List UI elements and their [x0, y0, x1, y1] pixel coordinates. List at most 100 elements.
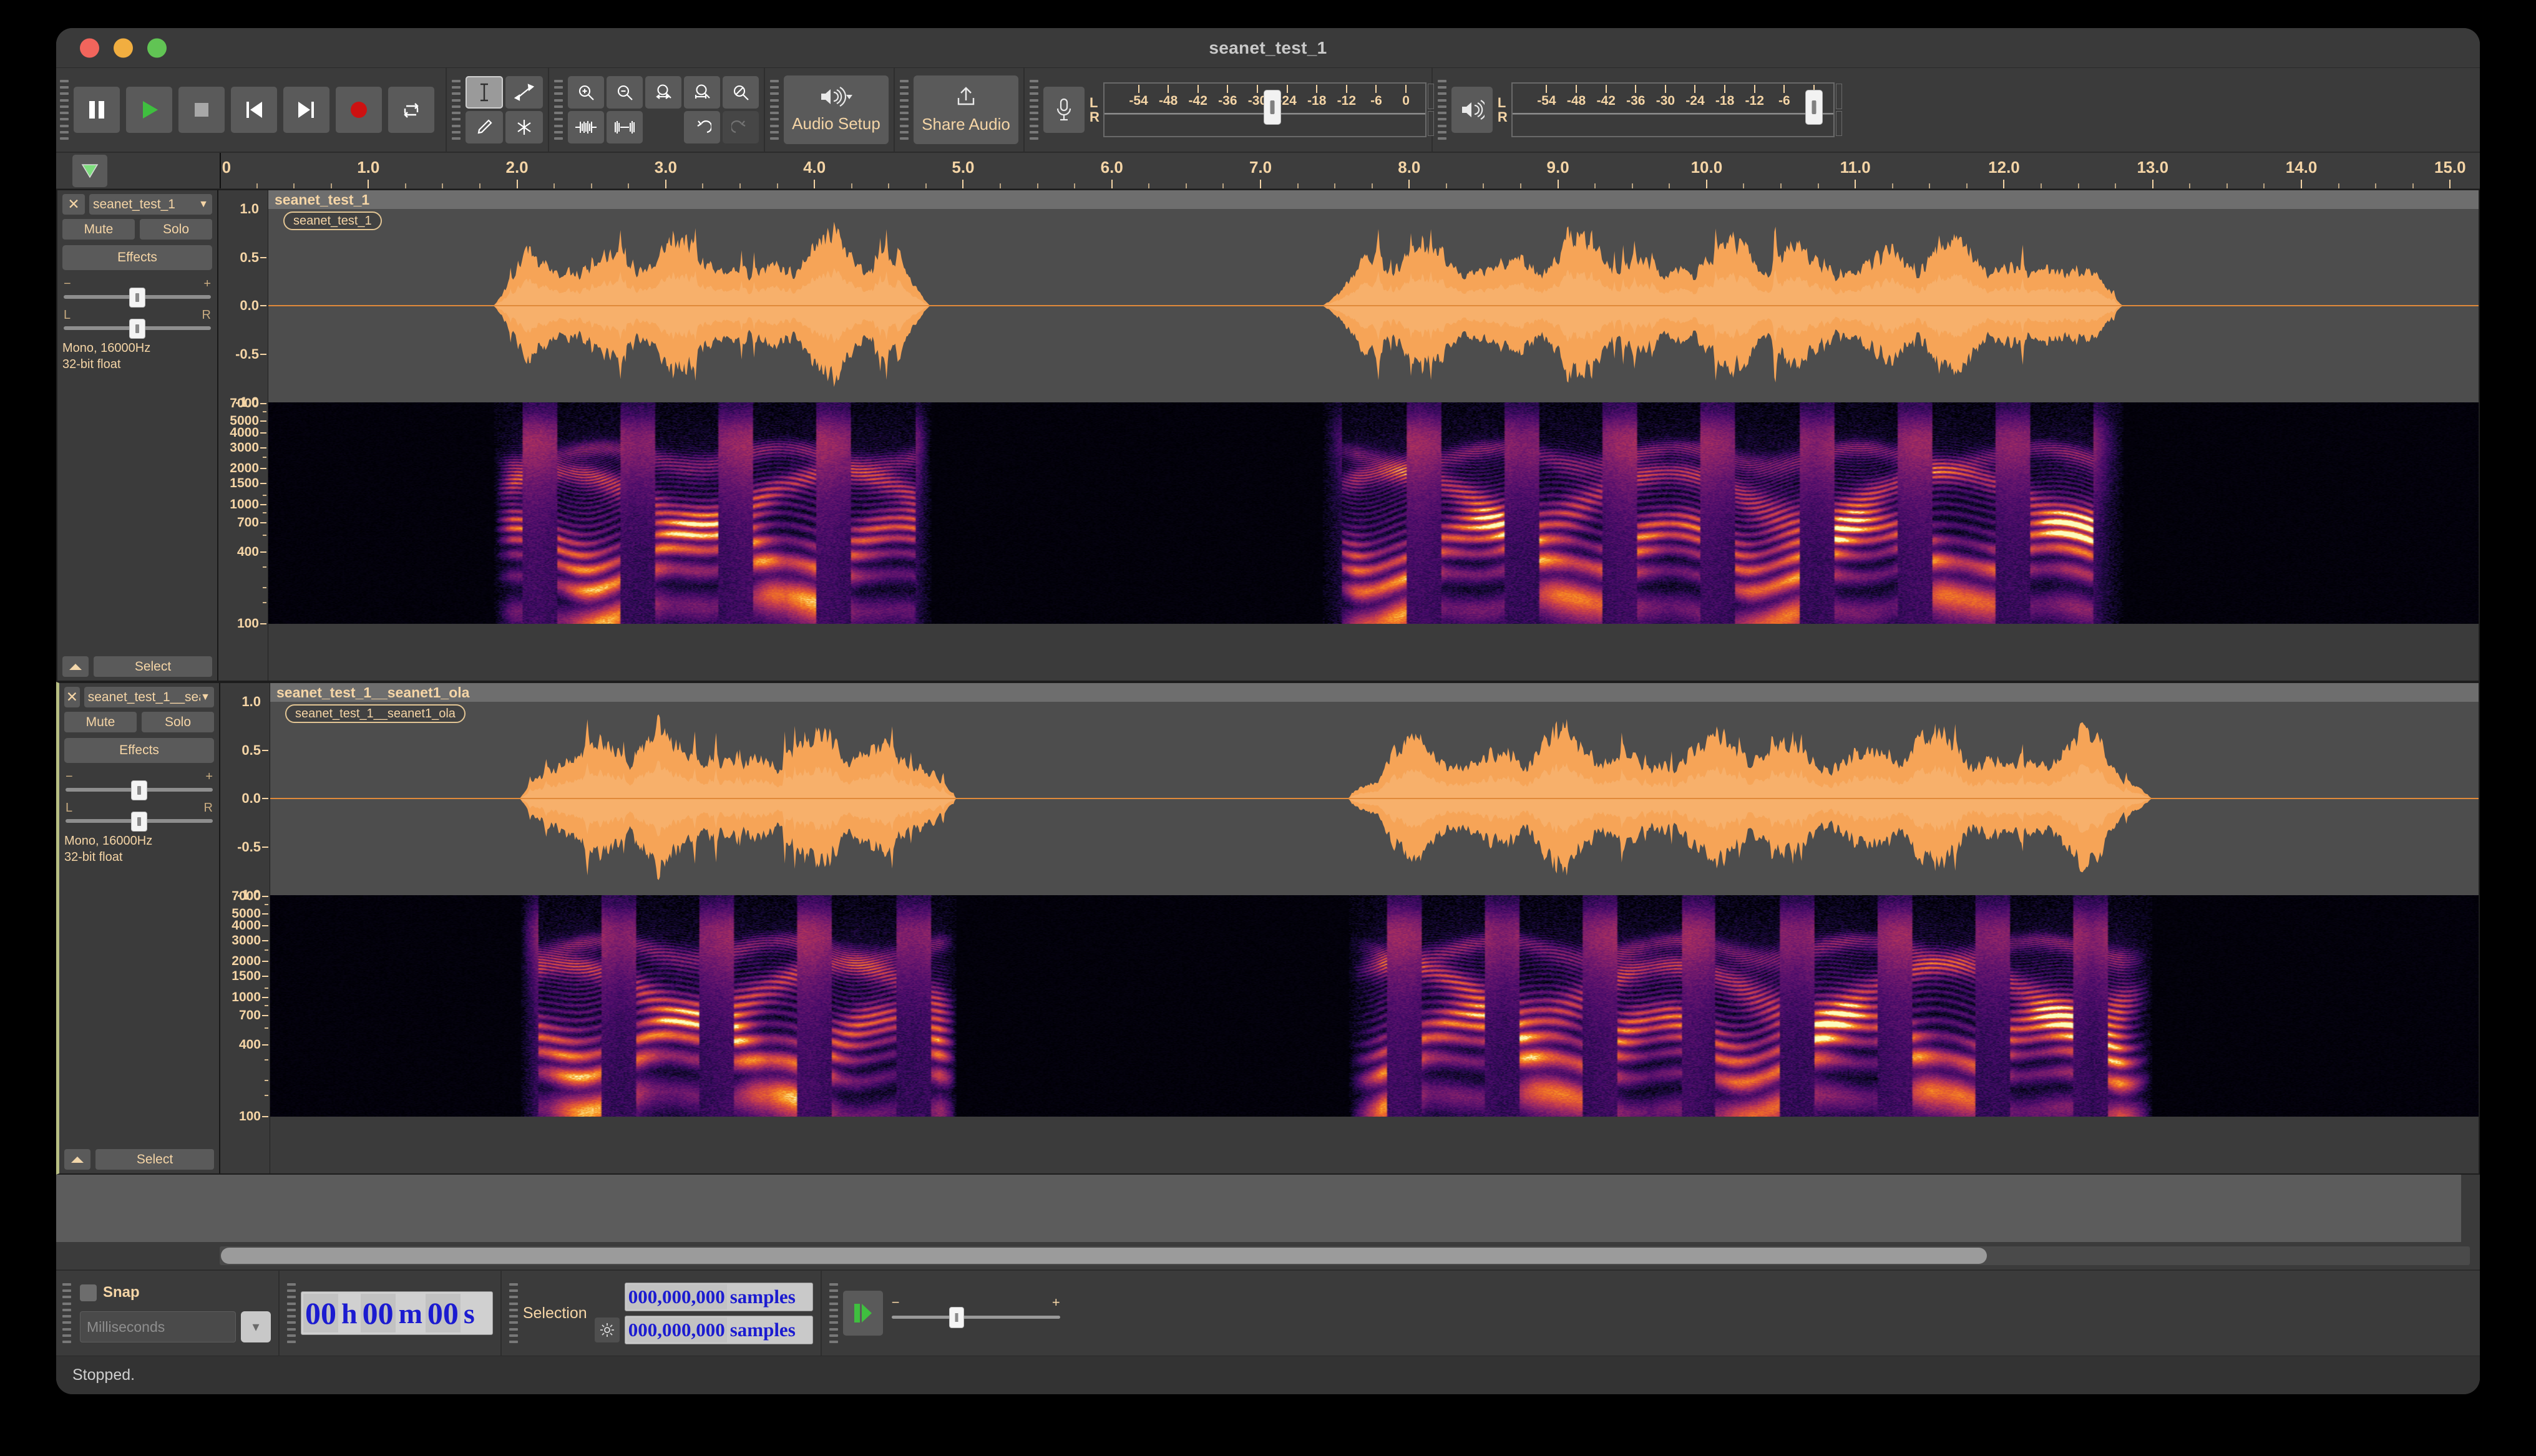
audio-position-display[interactable]: 00 h 00 m 00 s — [301, 1291, 493, 1335]
audio-position-seconds[interactable]: 00 — [425, 1294, 461, 1332]
record-button[interactable] — [336, 87, 382, 133]
solo-button[interactable]: Solo — [142, 712, 214, 732]
track-content[interactable]: seanet_test_1 seanet_test_1 — [268, 190, 2479, 681]
meter-tick — [1664, 85, 1666, 93]
spectrogram-view[interactable] — [270, 895, 2479, 1117]
draw-tool-button[interactable] — [466, 111, 503, 143]
gear-icon[interactable] — [594, 1317, 620, 1342]
fit-selection-button[interactable] — [645, 76, 681, 109]
share-audio-grip[interactable] — [900, 76, 909, 143]
audio-setup-button[interactable]: Audio Setup — [784, 75, 889, 144]
horizontal-scrollbar[interactable] — [220, 1246, 2470, 1265]
multi-tool-button[interactable] — [505, 111, 543, 143]
toolbar-separator — [820, 1271, 822, 1356]
collapse-track-button[interactable] — [62, 656, 89, 677]
gain-slider[interactable]: − + — [62, 278, 212, 308]
play-button[interactable] — [126, 87, 172, 133]
selection-toolbar-grip[interactable] — [509, 1279, 518, 1347]
gain-slider-knob[interactable] — [131, 780, 147, 800]
gain-slider-knob[interactable] — [129, 288, 145, 308]
select-track-button[interactable]: Select — [95, 1149, 214, 1170]
effects-button[interactable]: Effects — [62, 245, 212, 270]
track-name-dropdown[interactable]: seanet_test_1__seanet1_ola▼ — [84, 687, 214, 707]
skip-to-end-button[interactable] — [283, 87, 329, 133]
pan-slider[interactable]: LR — [64, 802, 214, 832]
clip-name-pill[interactable]: seanet_test_1__seanet1_ola — [285, 704, 466, 723]
audio-track[interactable]: ✕seanet_test_1__seanet1_ola▼ MuteSolo Effe… — [56, 682, 2480, 1175]
pan-slider-knob[interactable] — [129, 319, 145, 339]
stop-button[interactable] — [178, 87, 225, 133]
selection-end-value[interactable]: 000,000,000 — [626, 1317, 727, 1342]
spectrogram-view[interactable] — [268, 402, 2479, 624]
recording-meter-bars[interactable]: -54 -48 -42 -36 -30 -24 -18 -12 -6 0 — [1103, 82, 1434, 137]
selection-start-field[interactable]: 000,000,000 samples — [624, 1282, 813, 1311]
playback-meter-bars[interactable]: -54-48-42-36-30-24-18-12-60 — [1511, 82, 1842, 137]
redo-button[interactable] — [723, 111, 759, 143]
selection-tool-button[interactable] — [466, 76, 503, 109]
clip-title-bar[interactable]: seanet_test_1__seanet1_ola — [270, 683, 2479, 702]
play-speed-knob[interactable] — [949, 1307, 964, 1328]
track-content[interactable]: seanet_test_1__seanet1_ola seanet_test_1_… — [270, 683, 2479, 1173]
close-track-button[interactable]: ✕ — [62, 194, 85, 215]
clip-title-bar[interactable]: seanet_test_1 — [268, 190, 2479, 209]
play-speed-slider[interactable]: − + — [891, 1294, 1060, 1332]
horizontal-scrollbar-thumb[interactable] — [221, 1248, 1987, 1264]
timeline-minor-tick — [1743, 183, 1745, 188]
zoom-toggle-button[interactable] — [723, 76, 759, 109]
waveform-view[interactable] — [270, 702, 2479, 895]
recording-meter-grip[interactable] — [1030, 76, 1038, 143]
pinned-play-head-icon[interactable] — [72, 154, 107, 187]
timeline-ruler[interactable]: 0.0 1.0 2.0 3.0 4.0 5.0 6.0 7.0 8.0 9.0 10.0 11.0 12… — [220, 153, 2480, 188]
silence-audio-button[interactable] — [607, 111, 643, 143]
recording-volume-slider[interactable] — [1263, 90, 1281, 125]
zoom-out-button[interactable] — [607, 76, 643, 109]
mute-button[interactable]: Mute — [62, 219, 135, 240]
tools-toolbar-grip[interactable] — [452, 76, 461, 143]
effects-button[interactable]: Effects — [64, 738, 214, 763]
audio-track[interactable]: ✕ seanet_test_1 ▼ Mute Solo Effects − + L R Mono, … — [56, 189, 2480, 682]
selection-start-value[interactable]: 000,000,000 — [626, 1284, 727, 1309]
transport-toolbar-grip[interactable] — [60, 76, 69, 143]
audio-setup-grip[interactable] — [770, 76, 779, 143]
zoom-in-button[interactable] — [568, 76, 604, 109]
playback-meter-grip[interactable] — [1437, 76, 1446, 143]
pan-slider[interactable]: LR — [62, 309, 212, 339]
envelope-tool-button[interactable] — [505, 76, 543, 109]
microphone-icon[interactable] — [1043, 87, 1085, 133]
pan-slider-knob[interactable] — [131, 812, 147, 832]
trim-audio-button[interactable] — [568, 111, 604, 143]
playback-volume-slider[interactable] — [1805, 90, 1823, 125]
mute-button[interactable]: Mute — [64, 712, 137, 732]
track-name-dropdown[interactable]: seanet_test_1 ▼ — [89, 194, 212, 215]
snapping-toolbar-grip[interactable] — [62, 1279, 71, 1347]
collapse-track-button[interactable] — [64, 1149, 90, 1170]
edit-toolbar-spacer — [645, 111, 681, 143]
skip-to-start-button[interactable] — [231, 87, 277, 133]
snap-unit-dropdown-icon[interactable]: ▾ — [241, 1311, 271, 1342]
selection-end-field[interactable]: 000,000,000 samples — [624, 1315, 813, 1344]
snap-checkbox[interactable] — [80, 1284, 97, 1301]
play-at-speed-grip[interactable] — [829, 1279, 838, 1347]
solo-button[interactable]: Solo — [140, 219, 212, 240]
share-audio-button[interactable]: Share Audio — [914, 75, 1018, 144]
undo-button[interactable] — [684, 111, 720, 143]
track-format-info: Mono, 16000Hz 32-bit float — [64, 833, 214, 866]
audio-position-minutes[interactable]: 00 — [360, 1294, 396, 1332]
meter-tick — [1635, 85, 1637, 93]
snap-unit-field[interactable]: Milliseconds — [80, 1311, 236, 1342]
loop-button[interactable] — [388, 87, 434, 133]
gain-slider[interactable]: − + — [64, 770, 214, 800]
waveform-view[interactable] — [268, 209, 2479, 402]
recording-meter[interactable]: LR -54 -48 -42 -36 -30 -24 -18 -12 -6 0 — [1043, 75, 1434, 145]
edit-toolbar-grip[interactable] — [554, 76, 563, 143]
pause-button[interactable] — [74, 87, 120, 133]
fit-project-button[interactable] — [684, 76, 720, 109]
playback-meter[interactable]: LR -54-48-42-36-30-24-18-12-60 — [1451, 75, 1842, 145]
play-at-speed-button[interactable] — [842, 1291, 883, 1336]
close-track-button[interactable]: ✕ — [64, 687, 80, 707]
select-track-button[interactable]: Select — [94, 656, 212, 677]
time-toolbar-grip[interactable] — [287, 1279, 296, 1347]
playback-speaker-icon[interactable] — [1451, 87, 1493, 133]
audio-position-hours[interactable]: 00 — [303, 1294, 338, 1332]
clip-name-pill[interactable]: seanet_test_1 — [283, 211, 382, 230]
